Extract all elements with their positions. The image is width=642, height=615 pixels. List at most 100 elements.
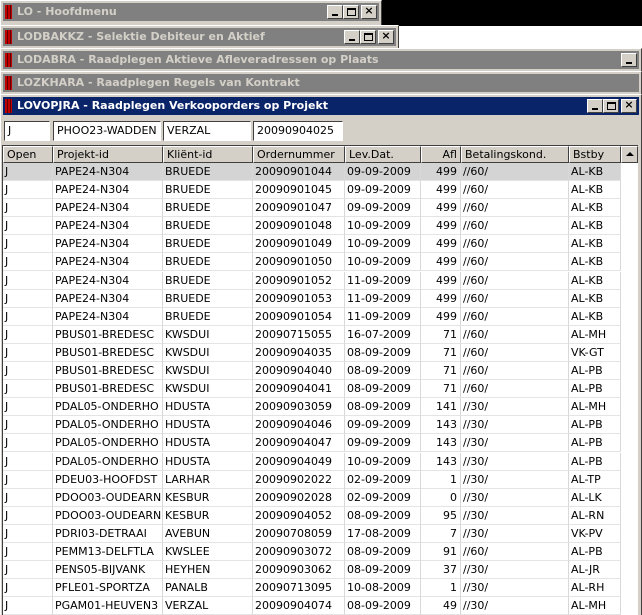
cell-open: J [3, 452, 53, 471]
order-filter-input[interactable]: 20090904025 [253, 121, 343, 141]
cell-order: 20090904074 [253, 597, 345, 615]
column-header-delivery-date[interactable]: Lev.Dat. [345, 146, 421, 163]
cell-client: AVEBUN [163, 524, 253, 543]
cell-bstby: AL-PB [569, 452, 621, 471]
cell-delivery-date: 08-09-2009 [345, 506, 421, 525]
window-title: LO - Hoofdmenu [17, 5, 117, 18]
cell-client: BRUEDE [163, 307, 253, 326]
table-row[interactable]: J PAPE24-N304 BRUEDE 20090901054 11-09-2009 4… [3, 307, 621, 326]
cell-bstby: VK-PV [569, 524, 621, 543]
column-header-open[interactable]: Open [3, 146, 53, 163]
cell-order: 20090904040 [253, 362, 345, 381]
cell-client: KWSDUI [163, 343, 253, 362]
titlebar-lovopjra[interactable]: LOVOPJRA - Raadplegen Verkooporders op P… [3, 97, 639, 115]
cell-client: BRUEDE [163, 217, 253, 236]
column-header-bstby[interactable]: Bstby [569, 146, 621, 163]
table-row[interactable]: J PDAL05-ONDERHO HDUSTA 20090904049 10-09-20… [3, 452, 621, 471]
titlebar-lodabra[interactable]: LODABRA - Raadplegen Aktieve Afleveradre… [3, 51, 639, 69]
table-row[interactable]: J PDOO03-OUDEARN KESBUR 20090902028 02-09-20… [3, 488, 621, 507]
cell-afl: 499 [421, 181, 461, 200]
cell-project: PBUS01-BREDESC [53, 362, 163, 381]
titlebar-lodbakkz[interactable]: LODBAKKZ - Selektie Debiteur en Aktief × [3, 28, 396, 46]
column-header-client[interactable]: Kliënt-id [163, 146, 253, 163]
close-button[interactable]: × [361, 4, 377, 19]
close-button[interactable]: × [378, 29, 394, 44]
cell-project: PDEU03-HOOFDST [53, 470, 163, 489]
open-filter-input[interactable]: J [4, 121, 50, 141]
maximize-button[interactable] [603, 99, 619, 113]
cell-payment-terms: //30/ [461, 416, 569, 435]
cell-order: 20090901045 [253, 181, 345, 200]
table-row[interactable]: J PAPE24-N304 BRUEDE 20090901045 09-09-2009 4… [3, 181, 621, 200]
minimize-button[interactable] [587, 99, 603, 113]
maximize-button[interactable] [360, 30, 376, 44]
table-row[interactable]: J PAPE24-N304 BRUEDE 20090901047 09-09-2009 4… [3, 199, 621, 218]
titlebar-lozkhara[interactable]: LOZKHARA - Raadplegen Regels van Kontrak… [3, 74, 639, 92]
minimize-button[interactable] [621, 53, 637, 67]
cell-project: PAPE24-N304 [53, 163, 163, 181]
cell-open: J [3, 271, 53, 290]
scroll-up-button[interactable] [621, 146, 638, 163]
table-row[interactable]: J PAPE24-N304 BRUEDE 20090901050 10-09-2009 4… [3, 253, 621, 272]
table-row[interactable]: J PEMM13-DELFTLA KWSLEE 20090903072 08-09-20… [3, 542, 621, 561]
cell-open: J [3, 343, 53, 362]
table-row[interactable]: J PDRI03-DETRAAI AVEBUN 20090708059 17-08-20… [3, 524, 621, 543]
table-row[interactable]: J PAPE24-N304 BRUEDE 20090901049 10-09-2009 4… [3, 235, 621, 254]
table-row[interactable]: J PBUS01-BREDESC KWSDUI 20090904040 08-09-20… [3, 362, 621, 381]
cell-delivery-date: 08-09-2009 [345, 362, 421, 381]
client-filter-input[interactable]: VERZAL [163, 121, 251, 141]
cell-afl: 499 [421, 163, 461, 181]
maximize-button[interactable] [343, 5, 359, 19]
minimize-button[interactable] [327, 5, 343, 19]
cell-client: BRUEDE [163, 271, 253, 290]
cell-payment-terms: //30/ [461, 470, 569, 489]
table-row[interactable]: J PAPE24-N304 BRUEDE 20090901053 11-09-2009 4… [3, 289, 621, 308]
cell-payment-terms: //60/ [461, 271, 569, 290]
cell-project: PAPE24-N304 [53, 235, 163, 254]
cell-afl: 141 [421, 398, 461, 417]
table-row[interactable]: J PAPE24-N304 BRUEDE 20090901052 11-09-2009 4… [3, 271, 621, 290]
cell-order: 20090901048 [253, 217, 345, 236]
close-button[interactable]: × [621, 98, 637, 113]
table-row[interactable]: J PDAL05-ONDERHO HDUSTA 20090904046 09-09-20… [3, 416, 621, 435]
cell-payment-terms: //60/ [461, 217, 569, 236]
cell-order: 20090902028 [253, 488, 345, 507]
table-row[interactable]: J PBUS01-BREDESC KWSDUI 20090715055 16-07-20… [3, 325, 621, 344]
column-header-order[interactable]: Ordernummer [253, 146, 345, 163]
cell-bstby: AL-KB [569, 199, 621, 218]
table-row[interactable]: J PBUS01-BREDESC KWSDUI 20090904041 08-09-20… [3, 380, 621, 399]
minimize-button[interactable] [344, 30, 360, 44]
cell-client: HDUSTA [163, 416, 253, 435]
cell-client: BRUEDE [163, 163, 253, 181]
table-row[interactable]: J PENS05-BIJVANK HEYHEN 20090903062 08-09-20… [3, 561, 621, 580]
cell-client: KWSDUI [163, 325, 253, 344]
table-row[interactable]: J PGAM01-HEUVEN3 VERZAL 20090904074 08-09-20… [3, 597, 621, 615]
cell-delivery-date: 11-09-2009 [345, 271, 421, 290]
column-header-payment-terms[interactable]: Betalingskond. [461, 146, 569, 163]
app-icon [5, 5, 12, 19]
table-row[interactable]: J PAPE24-N304 BRUEDE 20090901044 09-09-2009 4… [3, 163, 621, 182]
cell-afl: 499 [421, 217, 461, 236]
table-row[interactable]: J PBUS01-BREDESC KWSDUI 20090904035 08-09-20… [3, 343, 621, 362]
cell-payment-terms: //60/ [461, 199, 569, 218]
table-row[interactable]: J PDOO03-OUDEARN KESBUR 20090904052 08-09-20… [3, 506, 621, 525]
cell-bstby: AL-KB [569, 271, 621, 290]
cell-delivery-date: 11-09-2009 [345, 289, 421, 308]
table-row[interactable]: J PAPE24-N304 BRUEDE 20090901048 10-09-2009 4… [3, 217, 621, 236]
cell-bstby: AL-PB [569, 434, 621, 453]
cell-bstby: AL-MH [569, 325, 621, 344]
cell-open: J [3, 434, 53, 453]
table-row[interactable]: J PDEU03-HOOFDST LARHAR 20090902022 02-09-20… [3, 470, 621, 489]
table-row[interactable]: J PFLE01-SPORTZA PANALB 20090713095 10-08-20… [3, 579, 621, 598]
cell-afl: 95 [421, 506, 461, 525]
column-header-project[interactable]: Projekt-id [53, 146, 163, 163]
project-filter-input[interactable]: PHOO23-WADDEN [53, 121, 161, 141]
window-lodbakkz: LODBAKKZ - Selektie Debiteur en Aktief × [0, 25, 399, 49]
cell-open: J [3, 398, 53, 417]
table-row[interactable]: J PDAL05-ONDERHO HDUSTA 20090904047 09-09-20… [3, 434, 621, 453]
titlebar-hoofdmenu[interactable]: LO - Hoofdmenu × [3, 3, 379, 21]
column-header-afl[interactable]: Afl [421, 146, 461, 163]
cell-payment-terms: //60/ [461, 307, 569, 326]
table-row[interactable]: J PDAL05-ONDERHO HDUSTA 20090903059 08-09-20… [3, 398, 621, 417]
cell-payment-terms: //60/ [461, 542, 569, 561]
